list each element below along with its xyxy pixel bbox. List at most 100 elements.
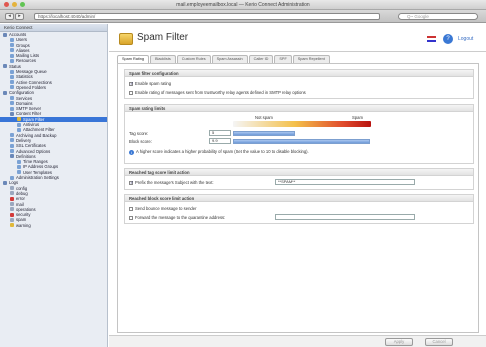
tree-node-icon: [10, 43, 14, 48]
sidebar-header: Kerio Connect: [0, 24, 107, 32]
quarantine-address-input[interactable]: [275, 214, 415, 220]
sidebar-item-label: Users: [16, 37, 27, 43]
tag-action-title: Reached tag score limit action: [125, 169, 473, 176]
tab-spf[interactable]: SPF: [274, 55, 292, 63]
sidebar-item-label: spam: [16, 217, 27, 223]
block-score-input[interactable]: 9.9: [209, 138, 231, 144]
enable-rating-row[interactable]: Enable spam rating: [129, 81, 171, 87]
block-action-title: Reached block score limit action: [125, 195, 473, 202]
sidebar-item-label: Active Connections: [16, 79, 52, 85]
tab-spam-repellent[interactable]: Spam Repellent: [292, 55, 330, 63]
address-bar[interactable]: https://localhost:4040/admin/: [34, 13, 380, 20]
sidebar-item-label: Statistics: [16, 74, 33, 80]
tree-node-icon: [10, 223, 14, 228]
sidebar-item-label: IP Address Groups: [23, 164, 59, 170]
enable-authenticated-checkbox[interactable]: [129, 90, 133, 95]
enable-rating-checkbox[interactable]: [129, 81, 134, 87]
tree-node-icon: [10, 138, 14, 143]
tree-node-icon: [10, 143, 14, 148]
navigation-tree: Accounts Users Groups Aliases Mailing Lists R…: [0, 32, 107, 228]
help-icon[interactable]: ?: [443, 34, 453, 44]
tree-node-icon: [10, 58, 14, 63]
enable-authenticated-row[interactable]: Enable rating of messages sent from trus…: [129, 90, 306, 95]
tree-node-icon: [10, 106, 14, 111]
back-button[interactable]: ◂: [5, 13, 14, 20]
language-flag-icon[interactable]: [427, 36, 436, 42]
tree-node-icon: [17, 159, 21, 164]
score-info-text: A higher score indicates a higher probab…: [136, 149, 309, 154]
prefix-subject-label: Prefix the message's Subject with the te…: [135, 180, 214, 185]
tab-spam-rating[interactable]: Spam Rating: [117, 55, 149, 63]
page-header: Spam Filter ? Logout: [109, 24, 486, 52]
forward-quarantine-row[interactable]: Forward the message to the quarantine ad…: [129, 215, 225, 220]
sidebar-item-label: Administration Settings: [16, 175, 59, 181]
search-field[interactable]: Q~ Google: [398, 13, 478, 20]
tree-node-icon: [3, 32, 7, 37]
tag-score-input[interactable]: 5: [209, 130, 231, 136]
sidebar-item-label: Resources: [16, 58, 37, 64]
not-spam-label: Not spam: [255, 115, 273, 120]
tree-node-icon: [10, 202, 14, 206]
sidebar-item-label: Logs: [9, 180, 19, 186]
tree-node-icon: [17, 164, 21, 169]
tree-node-icon: [10, 207, 14, 212]
tree-node-icon: [10, 133, 14, 138]
tree-node-icon: [10, 191, 14, 196]
sidebar-item-label: Definitions: [16, 153, 36, 159]
sidebar-item-label: Time Ranges: [23, 159, 48, 165]
sidebar-item-label: SMTP Server: [16, 106, 42, 112]
tree-node-icon: [17, 122, 21, 127]
logout-link[interactable]: Logout: [458, 36, 473, 42]
tab-spam-assassin[interactable]: Spam Assassin: [211, 55, 248, 63]
sidebar-item-label: operations: [16, 206, 36, 212]
browser-window: mail.employeemailbox.local — Kerio Conne…: [0, 0, 486, 347]
sidebar-item-label: Aliases: [16, 47, 30, 53]
main-content: Spam Filter ? Logout Spam Rating Blackli…: [109, 24, 486, 347]
tab-custom-rules[interactable]: Custom Rules: [176, 55, 211, 63]
tree-node-icon: [10, 217, 14, 222]
sidebar-item-label: security: [16, 212, 31, 218]
tag-score-bar[interactable]: [233, 130, 296, 136]
tree-node-icon: [10, 53, 14, 58]
tab-blacklists[interactable]: Blacklists: [149, 55, 176, 63]
sidebar-item-label: Attachment Filter: [23, 127, 55, 133]
tree-node-icon: [17, 117, 21, 122]
tag-action-section: Reached tag score limit action Prefix th…: [124, 168, 474, 190]
tab-caller-id[interactable]: Caller ID: [248, 55, 274, 63]
cancel-button[interactable]: Cancel: [425, 338, 453, 346]
spam-gradient-scale: [233, 121, 371, 127]
sidebar-item-label: Content Filter: [16, 111, 42, 117]
tree-node-icon: [10, 37, 14, 42]
sidebar-item-label: Groups: [16, 42, 30, 48]
block-score-label: Block score:: [129, 139, 152, 144]
forward-button[interactable]: ▸: [15, 13, 24, 20]
sidebar-item-label: User Templates: [23, 169, 53, 175]
tab-bar: Spam Rating Blacklists Custom Rules Spam…: [117, 55, 479, 63]
prefix-subject-input[interactable]: **SPAM**: [275, 179, 415, 185]
footer-bar: Apply Cancel: [109, 335, 486, 347]
send-bounce-checkbox[interactable]: [129, 206, 133, 211]
forward-quarantine-checkbox[interactable]: [129, 215, 133, 220]
block-score-bar[interactable]: [233, 138, 370, 144]
block-action-section: Reached block score limit action Send bo…: [124, 194, 474, 224]
sidebar: Kerio Connect Accounts Users Groups Aliases…: [0, 24, 108, 347]
spam-filter-icon: [119, 33, 133, 45]
tree-node-icon: [10, 212, 14, 217]
prefix-subject-row[interactable]: Prefix the message's Subject with the te…: [129, 180, 214, 186]
sidebar-item-label: Advanced Options: [16, 148, 51, 154]
apply-button[interactable]: Apply: [385, 338, 413, 346]
tree-node-icon: [10, 85, 14, 90]
tree-node-icon: [3, 90, 7, 95]
sidebar-item-label: Opened Folders: [16, 84, 47, 90]
config-section: Spam filter configuration Enable spam ra…: [124, 69, 474, 99]
sidebar-item-label: Message Queue: [16, 69, 47, 75]
score-info-row: iA higher score indicates a higher proba…: [129, 149, 309, 155]
tree-node-icon: [3, 180, 7, 185]
config-section-title: Spam filter configuration: [125, 70, 473, 77]
sidebar-item[interactable]: warning: [0, 223, 107, 228]
send-bounce-row[interactable]: Send bounce message to sender: [129, 206, 196, 211]
prefix-subject-checkbox[interactable]: [129, 180, 134, 186]
sidebar-item-label: Antivirus: [23, 122, 40, 128]
sidebar-item-label: Status: [9, 63, 21, 69]
sidebar-item-label: debug: [16, 190, 28, 196]
